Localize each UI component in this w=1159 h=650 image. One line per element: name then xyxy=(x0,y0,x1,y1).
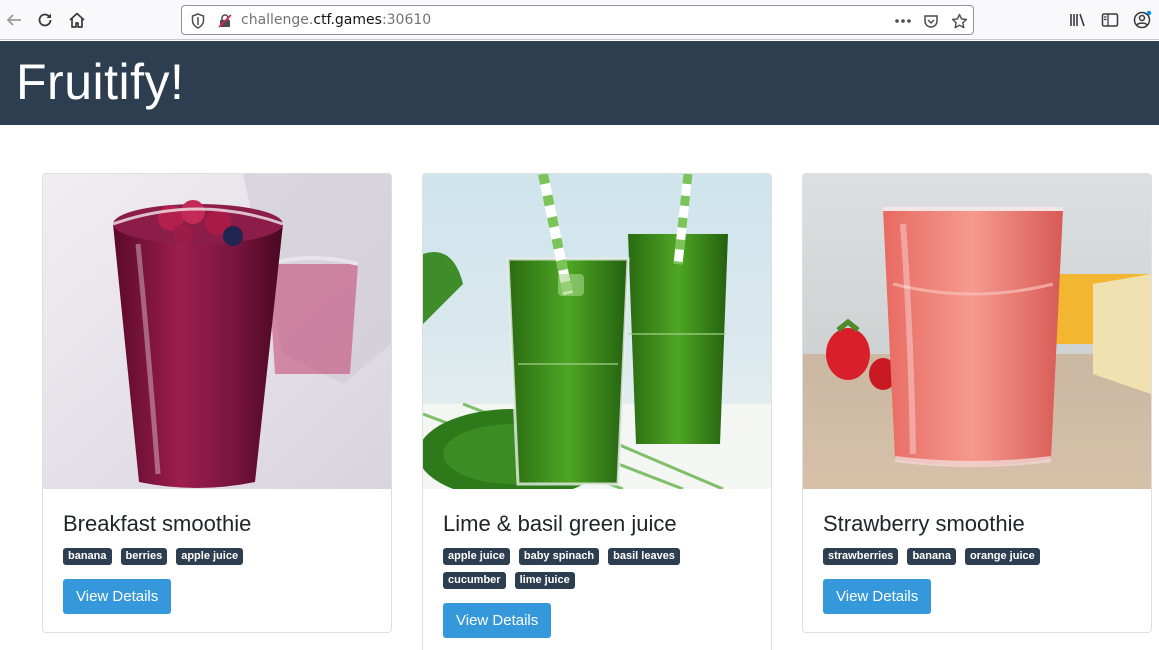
ingredient-tags: apple juice baby spinach basil leaves cu… xyxy=(443,548,743,589)
url-port: :30610 xyxy=(381,12,432,28)
card-title[interactable]: Strawberry smoothie xyxy=(823,511,1131,537)
product-card: Strawberry smoothie strawberries banana … xyxy=(802,173,1152,633)
ingredient-tag: strawberries xyxy=(823,548,899,565)
view-details-button[interactable]: View Details xyxy=(823,579,932,614)
ingredient-tag: apple juice xyxy=(176,548,244,565)
ingredient-tag: banana xyxy=(907,548,956,565)
ingredient-tag: orange juice xyxy=(964,548,1040,565)
strawberry-smoothie-image xyxy=(803,174,1151,489)
ingredient-tag: banana xyxy=(63,548,112,565)
green-juice-image xyxy=(423,174,771,489)
pocket-icon[interactable] xyxy=(921,11,941,31)
url-prefix: challenge. xyxy=(241,12,314,28)
ingredient-tag: baby spinach xyxy=(518,548,600,565)
back-arrow-icon[interactable] xyxy=(3,9,25,31)
product-card: Breakfast smoothie banana berries apple … xyxy=(42,173,392,633)
home-icon[interactable] xyxy=(66,9,88,31)
browser-toolbar: challenge.ctf.games:30610 xyxy=(0,0,1159,40)
tracking-shield-icon[interactable] xyxy=(188,11,208,31)
view-details-button[interactable]: View Details xyxy=(63,579,172,614)
ingredient-tag: cucumber xyxy=(443,572,506,589)
ingredient-tags: banana berries apple juice xyxy=(63,548,363,565)
insecure-lock-icon[interactable] xyxy=(215,11,235,31)
ingredient-tag: berries xyxy=(120,548,168,565)
site-title[interactable]: Fruitify! xyxy=(16,53,184,111)
url-text[interactable]: challenge.ctf.games:30610 xyxy=(241,12,431,28)
ingredient-tag: lime juice xyxy=(514,572,575,589)
ingredient-tags: strawberries banana orange juice xyxy=(823,548,1123,565)
site-header: Fruitify! xyxy=(0,41,1159,125)
smoothie-image xyxy=(43,174,391,489)
address-bar[interactable]: challenge.ctf.games:30610 xyxy=(181,5,974,35)
card-title[interactable]: Breakfast smoothie xyxy=(63,511,371,537)
product-card: Lime & basil green juice apple juice bab… xyxy=(422,173,772,650)
reload-icon[interactable] xyxy=(34,9,56,31)
card-title[interactable]: Lime & basil green juice xyxy=(443,511,751,537)
more-icon[interactable] xyxy=(893,11,913,31)
library-icon[interactable] xyxy=(1067,9,1089,31)
ingredient-tag: apple juice xyxy=(443,548,510,565)
url-host: ctf.games xyxy=(313,12,382,28)
account-icon[interactable] xyxy=(1131,9,1153,31)
sidebar-icon[interactable] xyxy=(1099,9,1121,31)
view-details-button[interactable]: View Details xyxy=(443,603,552,638)
ingredient-tag: basil leaves xyxy=(608,548,680,565)
bookmark-star-icon[interactable] xyxy=(949,11,969,31)
